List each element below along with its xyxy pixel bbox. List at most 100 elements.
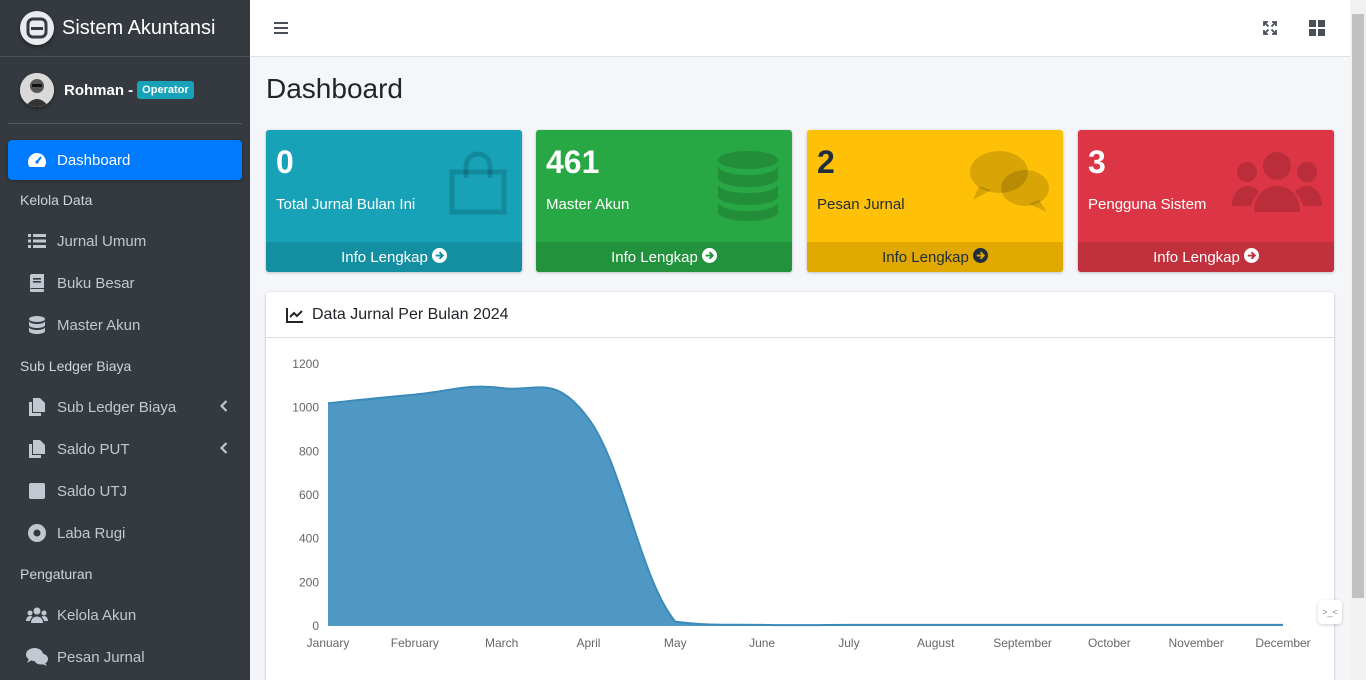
- arrow-circle-right-icon: [1243, 247, 1259, 267]
- box-value: 0: [276, 144, 294, 180]
- sidebar-item-label: Saldo PUT: [57, 440, 130, 458]
- x-tick-label: September: [993, 636, 1052, 650]
- small-box-master-akun: 461 Master Akun Info Lengkap: [536, 130, 792, 272]
- box-label: Master Akun: [546, 196, 630, 213]
- data-point[interactable]: [1282, 624, 1284, 626]
- area-series-0[interactable]: [328, 386, 1283, 626]
- sidebar-item-kelola-akun[interactable]: Kelola Akun: [8, 594, 242, 636]
- database-icon: [26, 315, 48, 335]
- x-tick-label: November: [1169, 636, 1224, 650]
- chevron-left-icon: [219, 399, 228, 416]
- avatar: [20, 73, 54, 107]
- box-footer-link[interactable]: Info Lengkap: [1078, 242, 1334, 272]
- footer-label: Info Lengkap: [1153, 248, 1240, 266]
- tachometer-icon: [26, 150, 48, 170]
- x-tick-label: May: [664, 636, 687, 650]
- floating-code-icon[interactable]: >_<: [1318, 600, 1342, 624]
- nav-header: Kelola Data: [20, 192, 93, 208]
- box-footer-link[interactable]: Info Lengkap: [807, 242, 1063, 272]
- arrow-circle-right-icon: [972, 247, 988, 267]
- copy-icon: [26, 397, 48, 417]
- sidebar-item-sub-ledger-biaya[interactable]: Sub Ledger Biaya: [8, 386, 242, 428]
- box-footer-link[interactable]: Info Lengkap: [266, 242, 522, 272]
- y-tick-label: 600: [299, 488, 319, 502]
- user-name: Rohman -: [64, 81, 134, 99]
- y-tick-label: 0: [312, 619, 319, 633]
- y-tick-label: 400: [299, 532, 319, 546]
- role-badge: Operator: [137, 81, 194, 99]
- sidebar: Sistem Akuntansi Rohman - Operator Dashb…: [0, 0, 250, 680]
- sidebar-item-label: Saldo UTJ: [57, 482, 128, 500]
- footer-label: Info Lengkap: [611, 248, 698, 266]
- brand-logo: [20, 11, 54, 45]
- comments-icon: [26, 647, 48, 667]
- data-point[interactable]: [1108, 624, 1110, 626]
- copy-icon: [26, 439, 48, 459]
- data-point[interactable]: [327, 402, 329, 404]
- small-box-total-jurnal: 0 Total Jurnal Bulan Ini Info Lengkap: [266, 130, 522, 272]
- small-box-pengguna-sistem: 3 Pengguna Sistem Info Lengkap: [1078, 130, 1334, 272]
- chart-line-icon: [286, 307, 304, 323]
- sidebar-item-dashboard[interactable]: Dashboard: [8, 140, 242, 180]
- x-tick-label: April: [576, 636, 600, 650]
- data-point[interactable]: [414, 394, 416, 396]
- sidebar-nav: Dashboard Kelola Data Jurnal Umum Buku Besa…: [0, 140, 250, 678]
- sidebar-item-laba-rugi[interactable]: Laba Rugi: [8, 512, 242, 554]
- chart-card: Data Jurnal Per Bulan 2024 0 200 400 600 800…: [266, 292, 1334, 680]
- chart-card-title: Data Jurnal Per Bulan 2024: [312, 305, 509, 323]
- x-tick-label: March: [485, 636, 518, 650]
- page-title: Dashboard: [266, 73, 403, 104]
- square-icon: [26, 481, 48, 501]
- sidebar-item-master-akun[interactable]: Master Akun: [8, 304, 242, 346]
- box-value: 2: [817, 144, 835, 180]
- data-point[interactable]: [761, 624, 763, 626]
- fullscreen-icon[interactable]: [1260, 18, 1280, 38]
- box-label: Pesan Jurnal: [817, 196, 905, 213]
- user-panel[interactable]: Rohman - Operator: [8, 57, 242, 124]
- area-chart: 0 200 400 600 800 1000 1200 January February Marc…: [292, 357, 1310, 650]
- data-point[interactable]: [935, 624, 937, 626]
- nav-header: Pengaturan: [20, 566, 93, 582]
- x-tick-label: August: [917, 636, 955, 650]
- arrow-circle-right-icon: [701, 247, 717, 267]
- data-point[interactable]: [587, 418, 589, 420]
- users-icon: [26, 605, 48, 625]
- box-label: Total Jurnal Bulan Ini: [276, 196, 416, 213]
- users-icon: [1232, 150, 1322, 219]
- x-tick-label: January: [307, 636, 350, 650]
- data-point[interactable]: [1195, 624, 1197, 626]
- nav-header: Sub Ledger Biaya: [20, 358, 132, 374]
- sidebar-item-label: Laba Rugi: [57, 524, 126, 542]
- sidebar-item-label: Kelola Akun: [57, 606, 137, 624]
- arrow-circle-right-icon: [431, 247, 447, 267]
- sidebar-item-saldo-utj[interactable]: Saldo UTJ: [8, 470, 242, 512]
- data-point[interactable]: [848, 624, 850, 626]
- brand-title: Sistem Akuntansi: [62, 16, 216, 39]
- y-tick-label: 1200: [292, 357, 319, 371]
- sidebar-item-pesan-jurnal[interactable]: Pesan Jurnal: [8, 636, 242, 678]
- list-icon: [26, 231, 48, 251]
- x-tick-label: February: [391, 636, 439, 650]
- data-point[interactable]: [674, 621, 676, 623]
- x-tick-label: December: [1255, 636, 1310, 650]
- menu-toggle-icon[interactable]: [272, 18, 292, 38]
- scrollbar[interactable]: [1350, 0, 1366, 680]
- brand-link[interactable]: Sistem Akuntansi: [0, 0, 250, 57]
- y-tick-label: 200: [299, 575, 319, 589]
- control-sidebar-icon[interactable]: [1307, 18, 1327, 38]
- book-icon: [26, 273, 48, 293]
- content: Dashboard 0 Total Jurnal Bulan Ini Info …: [250, 57, 1350, 680]
- sidebar-item-buku-besar[interactable]: Buku Besar: [8, 262, 242, 304]
- x-tick-label: October: [1088, 636, 1131, 650]
- box-footer-link[interactable]: Info Lengkap: [536, 242, 792, 272]
- data-point[interactable]: [1022, 624, 1024, 626]
- y-tick-label: 800: [299, 444, 319, 458]
- x-tick-label: June: [749, 636, 775, 650]
- sidebar-item-jurnal-umum[interactable]: Jurnal Umum: [8, 220, 242, 262]
- scrollbar-thumb[interactable]: [1352, 14, 1364, 598]
- data-point[interactable]: [501, 387, 503, 389]
- y-tick-label: 1000: [292, 401, 319, 415]
- sidebar-item-saldo-put[interactable]: Saldo PUT: [8, 428, 242, 470]
- topbar: [250, 0, 1350, 57]
- circle-dot-icon: [26, 523, 48, 543]
